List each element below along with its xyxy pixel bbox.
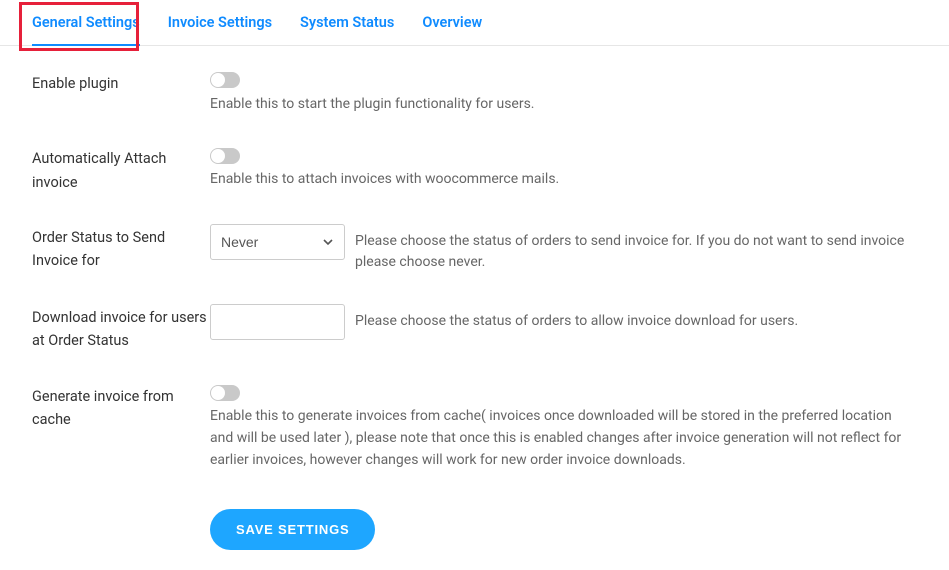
label-download-status: Download invoice for users at Order Stat… bbox=[32, 304, 210, 352]
tabs-bar: General Settings Invoice Settings System… bbox=[0, 0, 949, 46]
help-order-status-send: Please choose the status of orders to se… bbox=[355, 224, 917, 274]
tab-general-settings[interactable]: General Settings bbox=[32, 14, 140, 45]
help-download-status: Please choose the status of orders to al… bbox=[355, 304, 917, 333]
tab-overview[interactable]: Overview bbox=[422, 14, 482, 45]
row-download-status: Download invoice for users at Order Stat… bbox=[32, 304, 917, 352]
toggle-enable-plugin[interactable] bbox=[210, 72, 240, 88]
toggle-auto-attach[interactable] bbox=[210, 148, 240, 164]
tab-system-status[interactable]: System Status bbox=[300, 14, 394, 45]
help-auto-attach: Enable this to attach invoices with wooc… bbox=[210, 169, 917, 191]
label-enable-plugin: Enable plugin bbox=[32, 70, 210, 95]
help-generate-cache: Enable this to generate invoices from ca… bbox=[210, 406, 917, 471]
label-generate-cache: Generate invoice from cache bbox=[32, 383, 210, 431]
label-auto-attach: Automatically Attach invoice bbox=[32, 145, 210, 193]
row-generate-cache: Generate invoice from cache Enable this … bbox=[32, 383, 917, 472]
row-auto-attach: Automatically Attach invoice Enable this… bbox=[32, 145, 917, 193]
toggle-generate-cache[interactable] bbox=[210, 385, 240, 401]
general-settings-form: Enable plugin Enable this to start the p… bbox=[0, 46, 949, 570]
input-download-status[interactable] bbox=[210, 304, 345, 340]
label-order-status-send: Order Status to Send Invoice for bbox=[32, 224, 210, 272]
row-actions: SAVE SETTINGS bbox=[32, 501, 917, 550]
tab-invoice-settings[interactable]: Invoice Settings bbox=[168, 14, 272, 45]
save-settings-button[interactable]: SAVE SETTINGS bbox=[210, 509, 375, 550]
row-enable-plugin: Enable plugin Enable this to start the p… bbox=[32, 70, 917, 115]
row-order-status-send: Order Status to Send Invoice for Never P… bbox=[32, 224, 917, 274]
select-order-status-send[interactable]: Never bbox=[210, 224, 345, 260]
help-enable-plugin: Enable this to start the plugin function… bbox=[210, 94, 917, 116]
